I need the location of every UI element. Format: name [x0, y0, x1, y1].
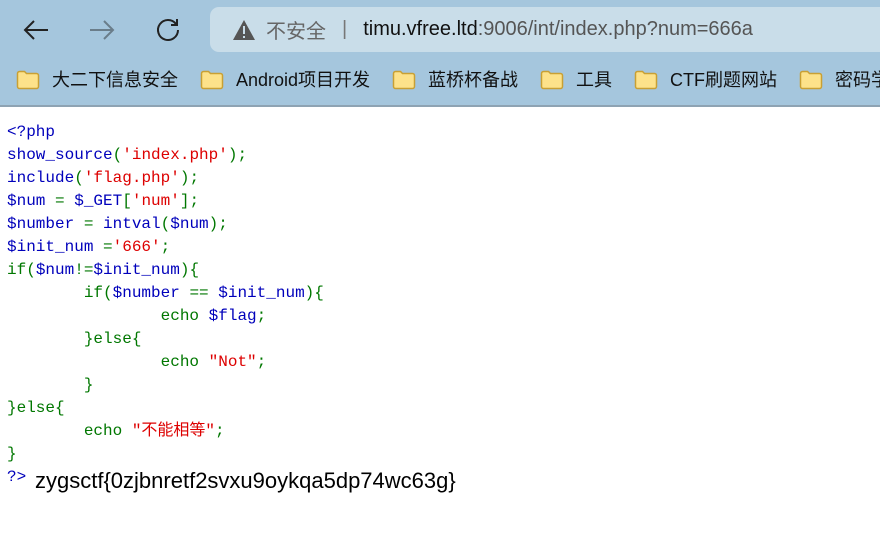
bookmarks-bar: 大二下信息安全 Android项目开发 蓝桥杯备战 工具 CTF刷题网站 密码学	[0, 60, 880, 98]
code-token: $init_num	[218, 284, 305, 302]
code-token: $number	[112, 284, 190, 302]
bookmark-label: Android项目开发	[236, 70, 371, 90]
code-token: (	[74, 169, 84, 187]
code-token: echo	[7, 353, 209, 371]
code-token: $flag	[208, 307, 257, 325]
bookmark-label: 密码学	[835, 70, 880, 90]
code-token: ?>	[7, 468, 27, 486]
folder-icon	[540, 70, 564, 89]
code-line: echo "不能相等";	[7, 420, 324, 443]
code-token: intval	[103, 215, 161, 233]
code-token: ;	[215, 422, 225, 440]
bookmark-folder[interactable]: 密码学	[799, 66, 880, 92]
bookmark-folder[interactable]: 蓝桥杯备战	[392, 66, 518, 92]
code-token: $number	[7, 215, 84, 233]
code-line: }else{	[7, 397, 324, 420]
folder-icon	[200, 70, 224, 89]
code-token: =	[55, 192, 75, 210]
code-token: <?php	[7, 123, 56, 141]
bookmark-folder[interactable]: CTF刷题网站	[634, 66, 777, 92]
code-token: ;	[160, 238, 171, 256]
reload-icon	[157, 19, 179, 41]
code-token: }	[7, 445, 17, 463]
code-token: (	[112, 146, 123, 164]
code-token: $_GET	[74, 192, 123, 210]
bookmark-label: 工具	[576, 70, 613, 90]
code-token: ;	[256, 353, 267, 371]
flag-output: zygsctf{0zjbnretf2svxu9oykqa5dp74wc63g}	[35, 468, 456, 493]
code-token: echo	[7, 307, 209, 325]
code-line: $init_num ='666';	[7, 236, 324, 259]
code-token: "Not"	[208, 353, 257, 371]
separator: |	[342, 18, 348, 40]
code-token: ];	[179, 192, 200, 210]
code-token: 'num'	[131, 192, 180, 210]
code-token: }else{	[7, 399, 65, 417]
code-token: if(	[7, 284, 113, 302]
code-token: }	[7, 376, 94, 394]
address-bar[interactable]: 不安全 | timu.vfree.ltd:9006/int/index.php?…	[210, 7, 880, 52]
reload-button[interactable]	[150, 12, 186, 48]
folder-icon	[16, 70, 40, 89]
code-line: if($number == $init_num){	[7, 282, 324, 305]
folder-icon	[634, 70, 658, 89]
warning-icon	[233, 19, 255, 40]
php-source-code: <?php show_source('index.php'); include('f…	[7, 121, 324, 489]
code-token: !=	[74, 261, 94, 279]
bookmark-folder[interactable]: 工具	[540, 66, 612, 92]
bookmark-folder[interactable]: 大二下信息安全	[16, 66, 178, 92]
code-token: ;	[256, 307, 267, 325]
code-token: );	[227, 146, 248, 164]
code-token: ){	[304, 284, 324, 302]
code-line: $num = $_GET['num'];	[7, 190, 324, 213]
code-token: }else{	[7, 330, 142, 348]
code-token: 'flag.php'	[83, 169, 180, 187]
code-token: (	[160, 215, 171, 233]
code-line: }	[7, 374, 324, 397]
code-token: $init_num	[93, 261, 180, 279]
code-token: ==	[189, 284, 219, 302]
browser-chrome: 不安全 | timu.vfree.ltd:9006/int/index.php?…	[0, 0, 880, 107]
code-token: );	[179, 169, 200, 187]
code-token: [	[122, 192, 132, 210]
folder-icon	[392, 70, 416, 89]
code-line: if($num!=$init_num){	[7, 259, 324, 282]
arrow-right-icon	[90, 20, 115, 40]
code-line: include('flag.php');	[7, 167, 324, 190]
back-button[interactable]	[18, 12, 54, 48]
arrow-left-icon	[23, 20, 48, 40]
code-token: $num	[35, 261, 75, 279]
bookmark-label: 蓝桥杯备战	[428, 70, 519, 90]
url-path: :9006/int/index.php?num=666a	[477, 18, 753, 40]
code-line: echo $flag;	[7, 305, 324, 328]
code-token: );	[208, 215, 228, 233]
code-line: }else{	[7, 328, 324, 351]
code-token: show_source	[7, 146, 113, 164]
code-token: =	[83, 215, 104, 233]
code-token: 'index.php'	[122, 146, 228, 164]
folder-icon	[799, 70, 823, 89]
code-line: show_source('index.php');	[7, 144, 324, 167]
url-host: timu.vfree.ltd	[363, 18, 478, 40]
code-token: =	[103, 238, 113, 256]
code-line: echo "Not";	[7, 351, 324, 374]
code-line: $number = intval($num);	[7, 213, 324, 236]
bookmark-label: 大二下信息安全	[52, 70, 178, 90]
code-token: $init_num	[7, 238, 104, 256]
bookmark-label: CTF刷题网站	[670, 70, 778, 90]
code-token: $num	[170, 215, 209, 233]
code-line: <?php	[7, 121, 324, 144]
bookmark-folder[interactable]: Android项目开发	[200, 66, 370, 92]
code-token: if(	[7, 261, 36, 279]
code-token: "不能相等"	[131, 422, 216, 440]
code-token: include	[7, 169, 75, 187]
code-line: }	[7, 443, 324, 466]
code-token: ){	[179, 261, 200, 279]
code-token: $num	[7, 192, 56, 210]
forward-button[interactable]	[84, 12, 120, 48]
code-token: echo	[7, 422, 132, 440]
security-label: 不安全	[266, 21, 326, 43]
code-token: '666'	[112, 238, 161, 256]
